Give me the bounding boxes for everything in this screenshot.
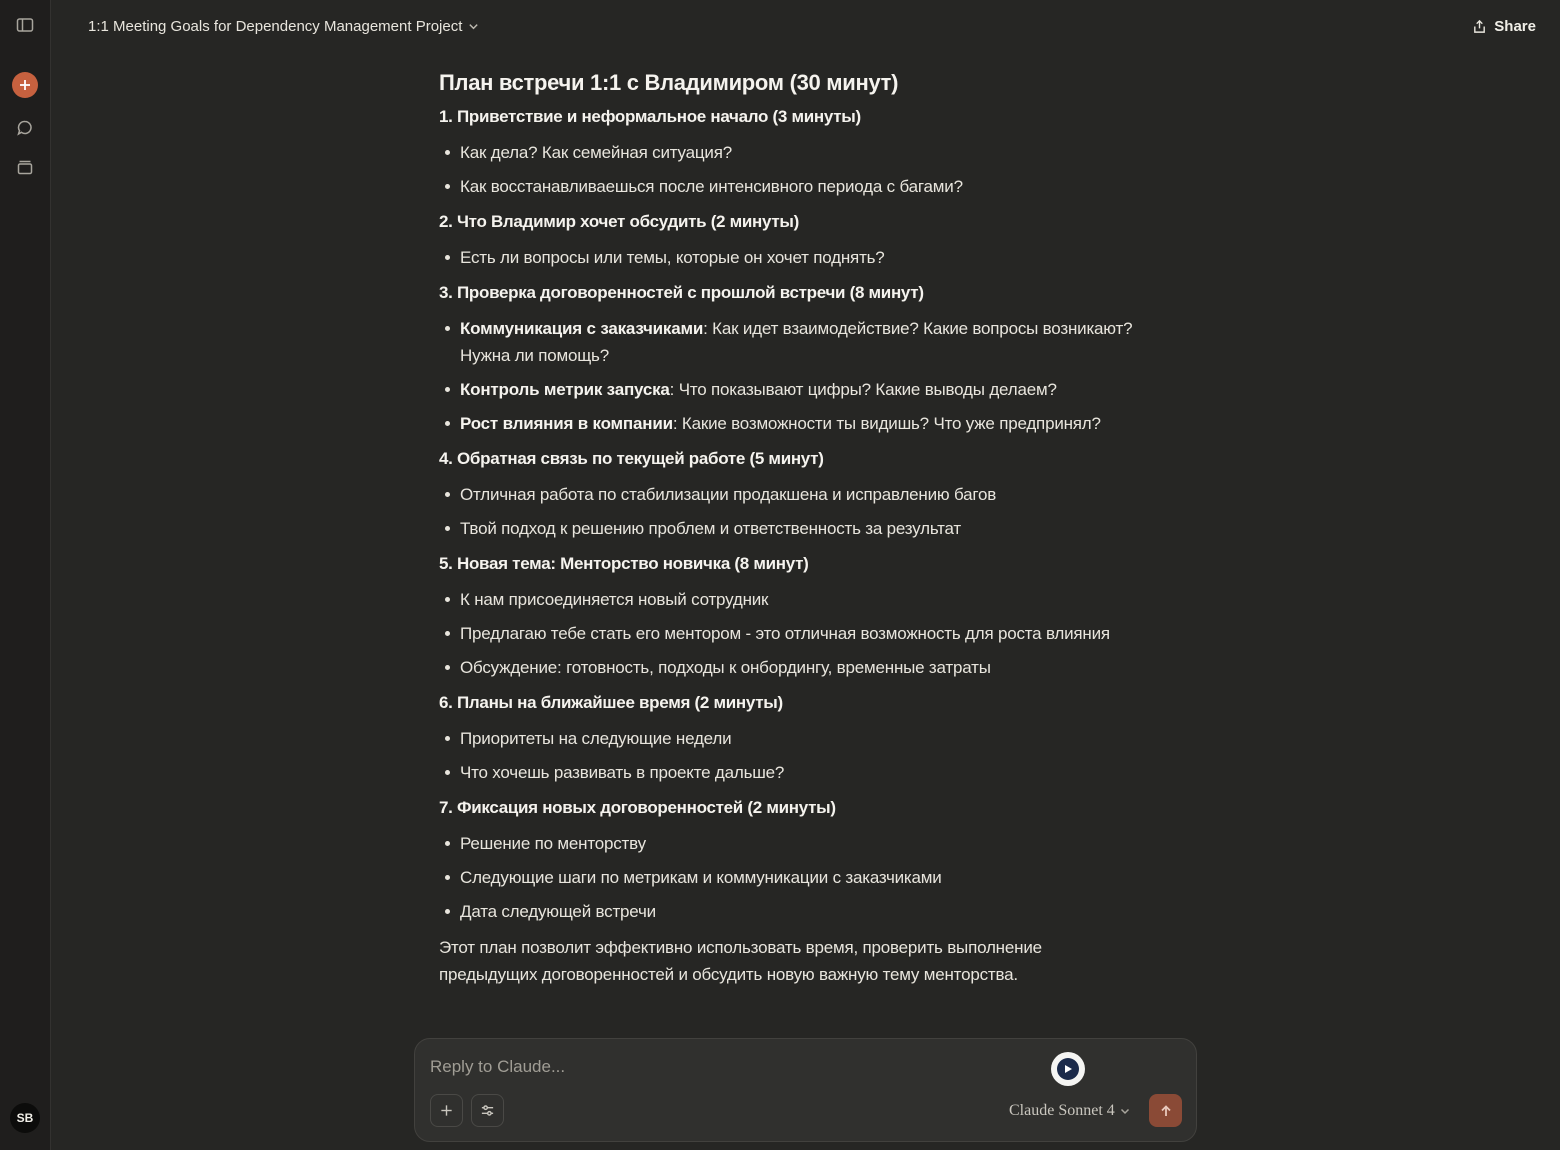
section-heading: 2. Что Владимир хочет обсудить (2 минуты… [439, 212, 799, 231]
new-chat-button[interactable] [12, 72, 38, 98]
chevron-down-icon [1120, 1108, 1129, 1115]
section-heading: 3. Проверка договоренностей с прошлой вс… [439, 283, 924, 302]
avatar[interactable]: SB [10, 1103, 40, 1133]
app-window: SB 1:1 Meeting Goals for Dependency Mana… [0, 0, 1560, 1150]
list-item: Следующие шаги по метрикам и коммуникаци… [439, 864, 1139, 891]
conversation-title-dropdown[interactable]: 1:1 Meeting Goals for Dependency Managem… [88, 15, 479, 37]
add-attachment-button[interactable] [430, 1094, 463, 1127]
reply-input[interactable] [430, 1055, 1030, 1079]
share-label: Share [1494, 17, 1536, 35]
projects-icon[interactable] [12, 154, 38, 180]
share-button[interactable]: Share [1472, 14, 1536, 38]
extension-logo-icon [1057, 1058, 1079, 1080]
list-item: Приоритеты на следующие недели [439, 725, 1139, 752]
extension-badge-icon[interactable] [1051, 1052, 1085, 1086]
list-item: Решение по менторству [439, 830, 1139, 857]
list-item: Как восстанавливаешься после интенсивног… [439, 173, 1139, 200]
section-heading: 4. Обратная связь по текущей работе (5 м… [439, 449, 824, 468]
plan-title: План встречи 1:1 с Владимиром (30 минут) [439, 70, 899, 95]
bullet-list: Решение по менторству Следующие шаги по … [439, 830, 1139, 925]
plus-icon [441, 1105, 452, 1116]
list-item: К нам присоединяется новый сотрудник [439, 586, 1139, 613]
bullet-list: Отличная работа по стабилизации продакше… [439, 481, 1139, 542]
plus-icon [20, 80, 30, 90]
bullet-list: Есть ли вопросы или темы, которые он хоч… [439, 244, 1139, 271]
chevron-down-icon [469, 23, 479, 29]
section-heading: 6. Планы на ближайшее время (2 минуты) [439, 693, 783, 712]
reply-composer: Claude Sonnet 4 [414, 1038, 1197, 1142]
bullet-list: Приоритеты на следующие недели Что хочеш… [439, 725, 1139, 786]
conversation-title: 1:1 Meeting Goals for Dependency Managem… [88, 17, 463, 35]
arrow-up-icon [1160, 1104, 1171, 1116]
section-heading: 1. Приветствие и неформальное начало (3 … [439, 107, 861, 126]
conclusion-paragraph: Этот план позволит эффективно использова… [439, 938, 1042, 984]
list-item: Отличная работа по стабилизации продакше… [439, 481, 1139, 508]
list-item: Как дела? Как семейная ситуация? [439, 139, 1139, 166]
share-icon [1474, 19, 1486, 33]
model-label: Claude Sonnet 4 [1009, 1102, 1115, 1119]
bullet-list: Как дела? Как семейная ситуация? Как вос… [439, 139, 1139, 200]
list-item: Есть ли вопросы или темы, которые он хоч… [439, 244, 1139, 271]
list-item: Рост влияния в компании: Какие возможнос… [439, 410, 1139, 437]
sidebar-toggle-icon[interactable] [12, 12, 38, 38]
search-chats-icon[interactable] [12, 115, 38, 141]
section-heading: 5. Новая тема: Менторство новичка (8 мин… [439, 554, 809, 573]
list-item: Дата следующей встречи [439, 898, 1139, 925]
list-item: Что хочешь развивать в проекте дальше? [439, 759, 1139, 786]
sliders-icon [481, 1105, 494, 1116]
list-item: Коммуникация с заказчиками: Как идет вза… [439, 315, 1139, 369]
model-selector[interactable]: Claude Sonnet 4 [1009, 1098, 1130, 1124]
list-item: Обсуждение: готовность, подходы к онборд… [439, 654, 1139, 681]
section-heading: 7. Фиксация новых договоренностей (2 мин… [439, 798, 836, 817]
sidebar-rail: SB [0, 0, 51, 1150]
bullet-list: Коммуникация с заказчиками: Как идет вза… [439, 315, 1139, 437]
assistant-message: План встречи 1:1 с Владимиром (30 минут)… [439, 68, 1139, 988]
list-item: Предлагаю тебе стать его ментором - это … [439, 620, 1139, 647]
tools-settings-button[interactable] [471, 1094, 504, 1127]
send-button[interactable] [1149, 1094, 1182, 1127]
list-item: Контроль метрик запуска: Что показывают … [439, 376, 1139, 403]
avatar-initials: SB [16, 1111, 34, 1125]
bullet-list: К нам присоединяется новый сотрудник Пре… [439, 586, 1139, 681]
list-item: Твой подход к решению проблем и ответств… [439, 515, 1139, 542]
